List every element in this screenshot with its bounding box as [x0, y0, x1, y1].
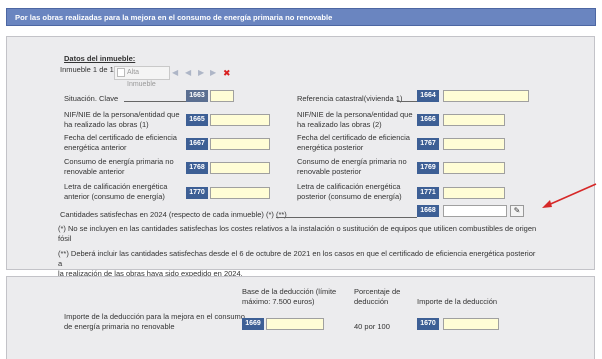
- base-deduccion-code: 1669: [242, 318, 264, 330]
- nif-anterior-input[interactable]: [210, 114, 270, 126]
- next-record-icon[interactable]: ▶: [198, 67, 204, 79]
- consumo-anterior-code: 1768: [186, 162, 208, 174]
- nif-posterior-input[interactable]: [443, 114, 505, 126]
- alta-inmueble-label: Alta Inmueble: [127, 69, 156, 88]
- consumo-anterior-label-line-2: renovable anterior: [64, 167, 125, 176]
- consumo-posterior-label: Consumo de energía primaria no renovable…: [297, 157, 407, 177]
- letra-anterior-label-line-1: Letra de calificación energética: [64, 182, 168, 191]
- previous-record-icon[interactable]: ◀: [185, 67, 191, 79]
- nif-posterior-label-line-1: NIF/NIE de la persona/entidad que: [297, 110, 413, 119]
- consumo-anterior-label: Consumo de energía primaria no renovable…: [64, 157, 174, 177]
- deduccion-row-label-line-2: de energía primaria no renovable: [64, 322, 175, 331]
- fecha-anterior-label-line-2: energética anterior: [64, 143, 127, 152]
- fecha-posterior-input[interactable]: [443, 138, 505, 150]
- base-column-header-line-2: máximo: 7.500 euros): [242, 297, 315, 306]
- consumo-anterior-label-line-1: Consumo de energía primaria no: [64, 157, 174, 166]
- fecha-anterior-code: 1667: [186, 138, 208, 150]
- situacion-label: Situación. Clave: [64, 94, 119, 103]
- fecha-posterior-label-line-2: energética posterior: [297, 143, 364, 152]
- cantidades-leader-line: [276, 217, 417, 218]
- letra-posterior-label-line-1: Letra de calificación energética: [297, 182, 401, 191]
- consumo-posterior-code: 1769: [417, 162, 439, 174]
- situacion-leader-line: [124, 101, 186, 102]
- red-arrow-icon: [542, 183, 597, 208]
- referencia-leader-line: [397, 101, 417, 102]
- letra-anterior-label: Letra de calificación energética anterio…: [64, 182, 167, 202]
- add-document-icon: [117, 68, 125, 77]
- delete-record-icon[interactable]: ✖: [223, 67, 231, 79]
- importe-column-header: Importe de la deducción: [417, 297, 498, 306]
- deduccion-row-label-line-1: Importe de la deducción para la mejora e…: [64, 312, 245, 321]
- consumo-anterior-input[interactable]: [210, 162, 270, 174]
- letra-anterior-input[interactable]: [210, 187, 270, 199]
- nif-anterior-label-line-2: ha realizado las obras (1): [64, 120, 149, 129]
- letra-anterior-label-line-2: anterior (consumo de energía): [64, 192, 165, 201]
- letra-posterior-label-line-2: posterior (consumo de energía): [297, 192, 402, 201]
- situacion-code: 1663: [186, 90, 208, 102]
- letra-posterior-code: 1771: [417, 187, 439, 199]
- note-1: (*) No se incluyen en las cantidades sat…: [58, 224, 538, 244]
- base-deduccion-input[interactable]: [266, 318, 324, 330]
- note-2: (**) Deberá incluir las cantidades satis…: [58, 249, 538, 279]
- fecha-anterior-label-line-1: Fecha del certificado de eficiencia: [64, 133, 177, 142]
- section-header: Por las obras realizadas para la mejora …: [6, 8, 596, 26]
- letra-posterior-label: Letra de calificación energética posteri…: [297, 182, 402, 202]
- situacion-input[interactable]: [210, 90, 234, 102]
- consumo-posterior-input[interactable]: [443, 162, 505, 174]
- porcentaje-column-header-line-2: deducción: [354, 297, 389, 306]
- referencia-label: Referencia catastral(vivienda 1): [297, 94, 403, 103]
- first-record-icon[interactable]: ◀: [172, 67, 178, 79]
- base-column-header-line-1: Base de la deducción (límite: [242, 287, 337, 296]
- alta-inmueble-button[interactable]: Alta Inmueble: [114, 66, 170, 88]
- inmueble-counter: Inmueble 1 de 1: [60, 65, 114, 74]
- fecha-posterior-code: 1767: [417, 138, 439, 150]
- note-1-line-1: (*) No se incluyen en las cantidades sat…: [58, 224, 537, 233]
- letra-posterior-input[interactable]: [443, 187, 505, 199]
- note-1-line-2: fósil: [58, 234, 72, 243]
- fecha-posterior-label: Fecha del certificado de eficiencia ener…: [297, 133, 410, 153]
- consumo-posterior-label-line-1: Consumo de energía primaria no: [297, 157, 407, 166]
- cantidades-code: 1668: [417, 205, 439, 217]
- fecha-anterior-label: Fecha del certificado de eficiencia ener…: [64, 133, 177, 153]
- letra-anterior-code: 1770: [186, 187, 208, 199]
- porcentaje-column-header: Porcentaje de deducción: [354, 287, 400, 307]
- consumo-posterior-label-line-2: renovable posterior: [297, 167, 362, 176]
- nif-posterior-code: 1666: [417, 114, 439, 126]
- nif-posterior-label: NIF/NIE de la persona/entidad que ha rea…: [297, 110, 413, 130]
- last-record-icon[interactable]: ▶: [210, 67, 216, 79]
- nif-anterior-code: 1665: [186, 114, 208, 126]
- nif-anterior-label-line-1: NIF/NIE de la persona/entidad que: [64, 110, 180, 119]
- note-2-line-1: (**) Deberá incluir las cantidades satis…: [58, 249, 536, 268]
- nif-posterior-label-line-2: ha realizado las obras (2): [297, 120, 382, 129]
- inmueble-section-title: Datos del inmueble:: [64, 54, 136, 63]
- importe-deduccion-input[interactable]: [443, 318, 499, 330]
- base-column-header: Base de la deducción (límite máximo: 7.5…: [242, 287, 336, 307]
- fecha-posterior-label-line-1: Fecha del certificado de eficiencia: [297, 133, 410, 142]
- porcentaje-value: 40 por 100: [354, 322, 390, 331]
- referencia-input[interactable]: [443, 90, 529, 102]
- fecha-anterior-input[interactable]: [210, 138, 270, 150]
- deduccion-row-label: Importe de la deducción para la mejora e…: [64, 312, 245, 332]
- cantidades-input[interactable]: [443, 205, 507, 217]
- referencia-code: 1664: [417, 90, 439, 102]
- nif-anterior-label: NIF/NIE de la persona/entidad que ha rea…: [64, 110, 180, 130]
- porcentaje-column-header-line-1: Porcentaje de: [354, 287, 401, 296]
- edit-pencil-icon[interactable]: ✎: [510, 205, 524, 217]
- cantidades-label: Cantidades satisfechas en 2024 (respecto…: [60, 210, 287, 219]
- importe-deduccion-code: 1670: [417, 318, 439, 330]
